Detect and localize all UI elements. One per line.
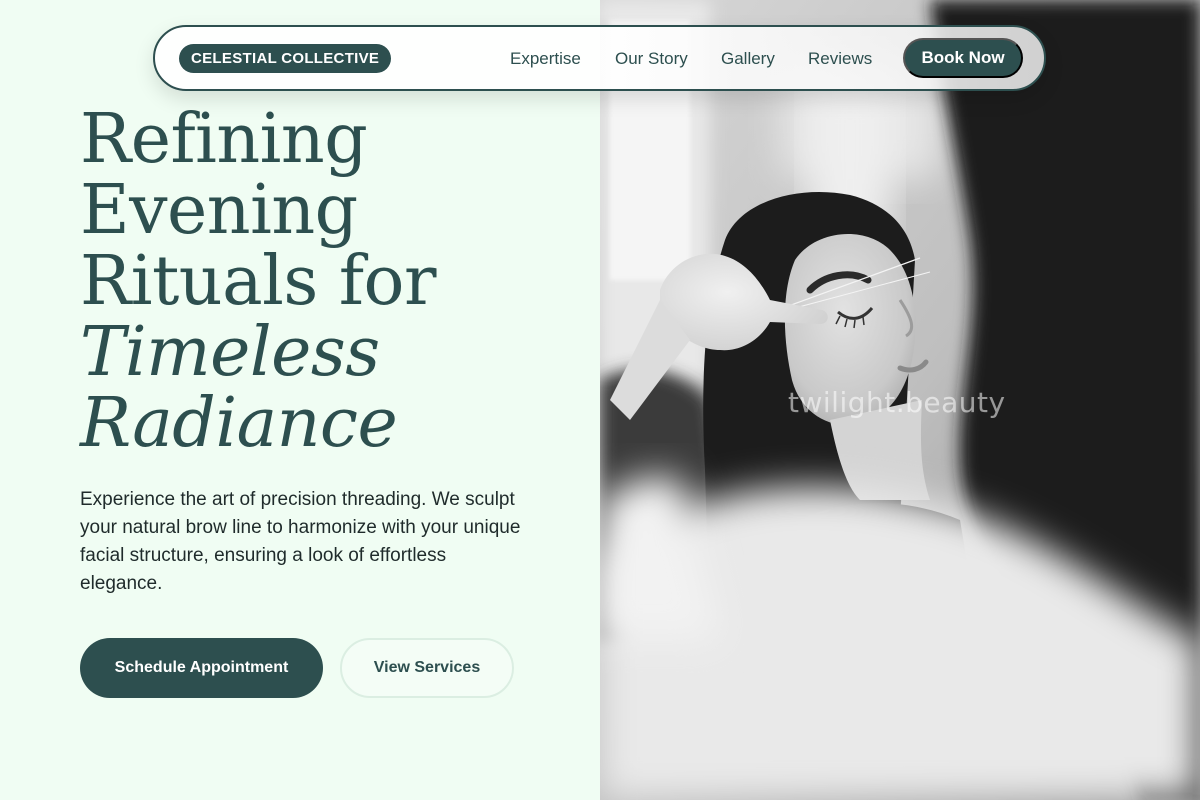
nav-link-our-story[interactable]: Our Story bbox=[615, 49, 688, 69]
schedule-appointment-button[interactable]: Schedule Appointment bbox=[80, 638, 323, 698]
nav-link-expertise[interactable]: Expertise bbox=[510, 49, 581, 69]
brand-logo[interactable]: CELESTIAL COLLECTIVE bbox=[179, 44, 392, 73]
page: Refining Evening Rituals for Timeless Ra… bbox=[0, 0, 1200, 800]
headline-line-4: Timeless bbox=[80, 313, 380, 392]
hero-section: Refining Evening Rituals for Timeless Ra… bbox=[0, 0, 600, 800]
headline-line-3: Rituals for bbox=[80, 242, 436, 321]
watermark-text: twilight.beauty bbox=[788, 386, 1006, 419]
book-now-button[interactable]: Book Now bbox=[903, 38, 1023, 78]
headline-line-1: Refining bbox=[80, 100, 368, 179]
view-services-button[interactable]: View Services bbox=[340, 638, 514, 698]
hero-headline: Refining Evening Rituals for Timeless Ra… bbox=[80, 104, 580, 459]
hero-description: Experience the art of precision threadin… bbox=[80, 489, 521, 594]
nav-link-gallery[interactable]: Gallery bbox=[721, 49, 775, 69]
nav-link-reviews[interactable]: Reviews bbox=[808, 49, 872, 69]
headline-line-2: Evening bbox=[80, 171, 358, 250]
headline-line-5: Radiance bbox=[80, 384, 398, 463]
top-navigation: CELESTIAL COLLECTIVE Expertise Our Story… bbox=[153, 25, 1046, 91]
